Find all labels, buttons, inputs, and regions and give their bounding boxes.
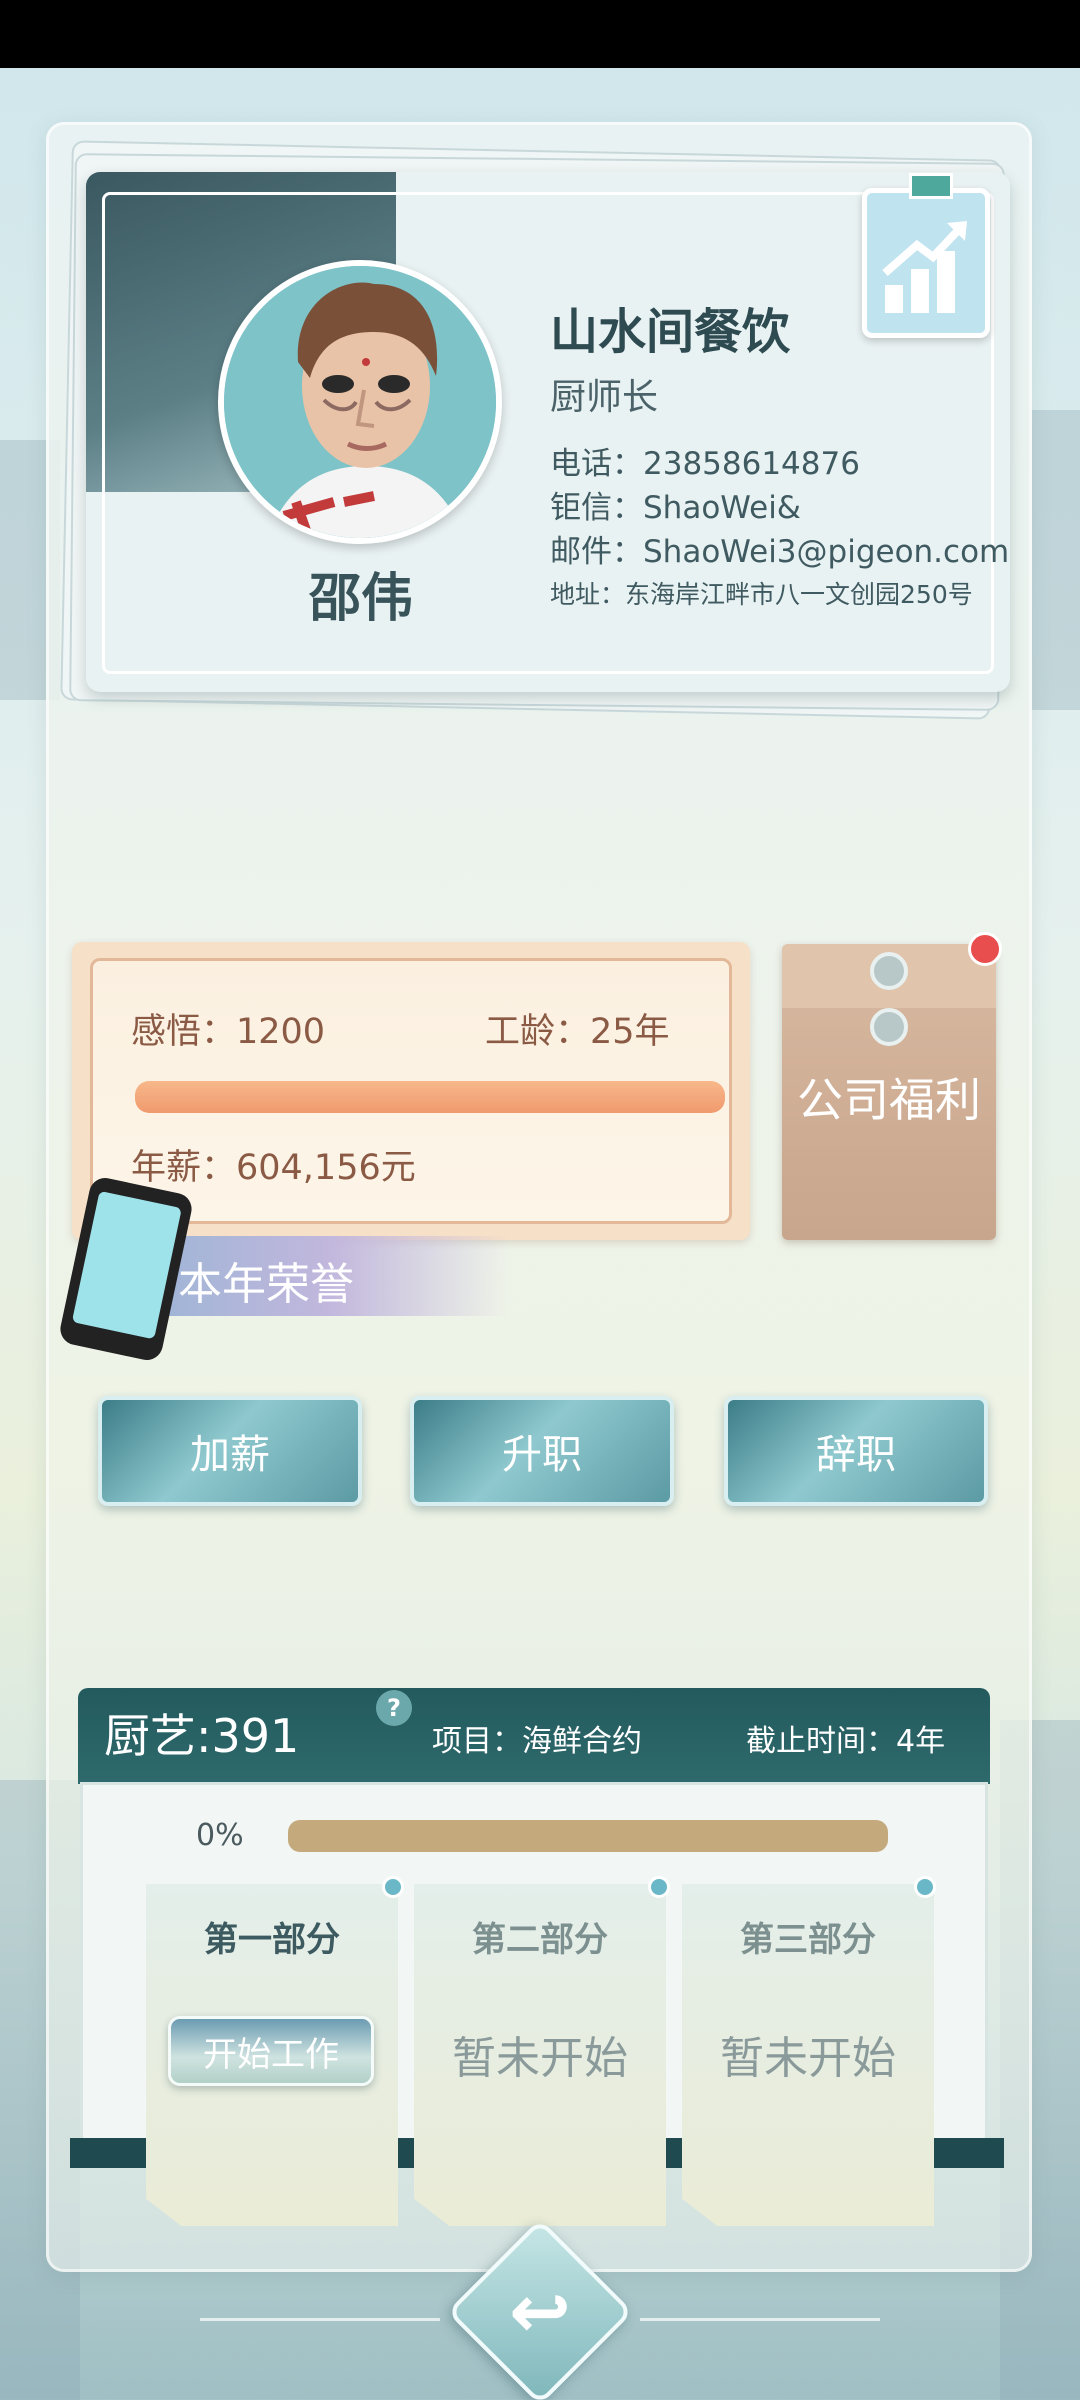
address: 地址：东海岸江畔市八一文创园250号 — [550, 580, 973, 609]
email-address: 邮件：ShaoWei3@pigeon.com — [550, 534, 1010, 570]
employee-name: 邵伟 — [308, 569, 413, 629]
envelope-button — [870, 1008, 908, 1046]
part-three-card: 第三部分 暂未开始 — [682, 1884, 934, 2226]
pin-icon — [382, 1876, 404, 1898]
promote-button[interactable]: 升职 — [410, 1396, 674, 1506]
status-bar — [0, 0, 1080, 68]
phone-screen — [71, 1190, 182, 1340]
company-name: 山水间餐饮 — [550, 304, 791, 360]
back-arrow-icon: ↩ — [508, 2269, 571, 2355]
resign-button[interactable]: 辞职 — [724, 1396, 988, 1506]
decor-line — [640, 2318, 880, 2321]
part-two-status: 暂未开始 — [452, 2033, 628, 2084]
part-two-card: 第二部分 暂未开始 — [414, 1884, 666, 2226]
avatar — [218, 260, 502, 544]
raise-salary-button[interactable]: 加薪 — [98, 1396, 362, 1506]
chart-icon-graphic — [882, 221, 967, 313]
insight-value: 感悟：1200 — [131, 1012, 326, 1052]
stats-frame: 感悟：1200 工龄：25年 年薪：604,156元 — [90, 958, 732, 1224]
growth-chart-icon[interactable] — [862, 173, 990, 338]
decor-line — [200, 2318, 440, 2321]
company-welfare-button[interactable]: 公司福利 — [782, 944, 996, 1240]
part-three-status: 暂未开始 — [720, 2033, 896, 2084]
pin-icon — [648, 1876, 670, 1898]
project-deadline: 截止时间：4年 — [746, 1724, 946, 1759]
bg-building — [1030, 410, 1080, 710]
cooking-skill: 厨艺:391 — [104, 1709, 300, 1763]
honor-label: 本年荣誉 — [178, 1259, 354, 1310]
salary-value: 年薪：604,156元 — [131, 1148, 416, 1188]
seniority-value: 工龄：25年 — [485, 1012, 670, 1052]
start-work-button[interactable]: 开始工作 — [168, 2016, 374, 2086]
pin-icon — [914, 1876, 936, 1898]
job-title: 厨师长 — [550, 377, 659, 418]
notification-dot — [968, 932, 1002, 966]
project-progress-bar — [288, 1820, 888, 1852]
envelope-button — [870, 952, 908, 990]
insight-progress-fill — [135, 1081, 725, 1113]
project-name: 项目：海鲜合约 — [432, 1724, 642, 1759]
chef-portrait — [224, 266, 496, 538]
part-one-title: 第一部分 — [204, 1920, 340, 1960]
insight-progress-bar — [135, 1081, 725, 1113]
part-two-title: 第二部分 — [472, 1920, 608, 1960]
help-icon[interactable]: ? — [376, 1690, 412, 1726]
badge-clip — [909, 173, 953, 199]
chat-id: 钜信：ShaoWei& — [550, 490, 801, 526]
project-progress-label: 0% — [196, 1818, 244, 1853]
phone-number: 电话：23858614876 — [550, 446, 860, 482]
welfare-label: 公司福利 — [797, 1073, 981, 1127]
part-three-title: 第三部分 — [740, 1920, 876, 1960]
